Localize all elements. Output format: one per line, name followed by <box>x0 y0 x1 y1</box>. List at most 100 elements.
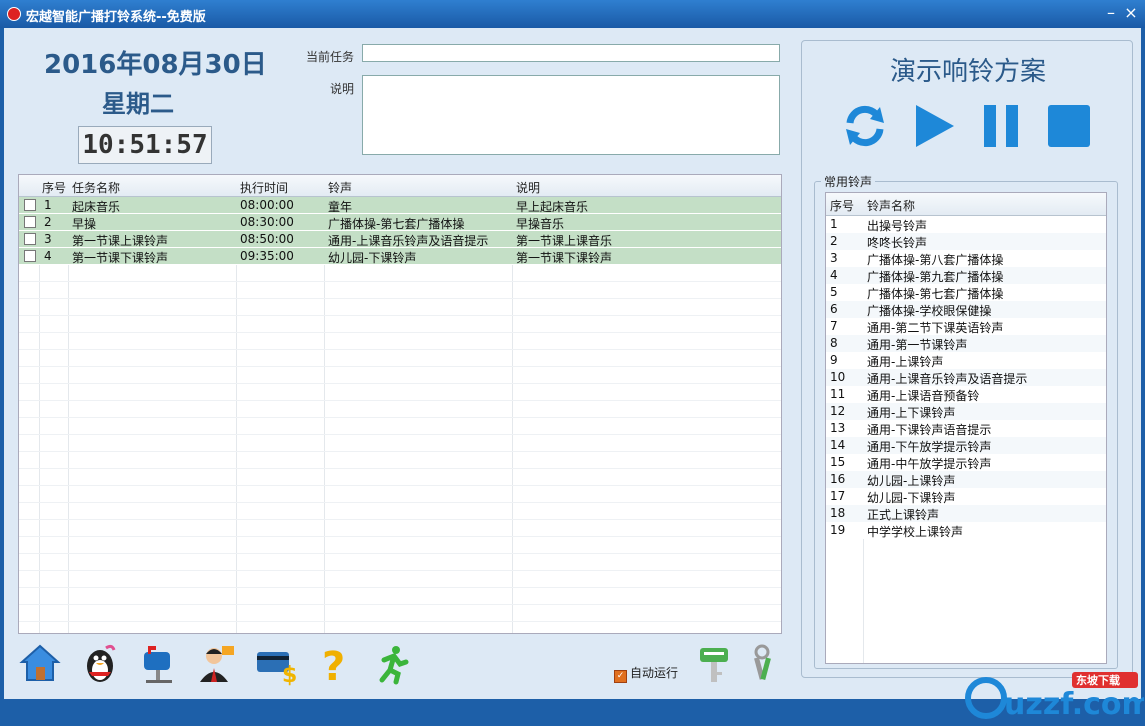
ring-name: 广播体操-第八套广播体操 <box>867 253 1004 267</box>
mailbox-icon[interactable] <box>136 642 180 686</box>
list-item[interactable]: 3 广播体操-第八套广播体操 <box>826 250 1106 267</box>
list-item[interactable]: 15 通用-中午放学提示铃声 <box>826 454 1106 471</box>
table-row[interactable]: 2 早操 08:30:00 广播体操-第七套广播体操 早操音乐 <box>19 214 781 231</box>
ring-name: 通用-上下课铃声 <box>867 406 956 420</box>
list-item[interactable]: 1 出操号铃声 <box>826 216 1106 233</box>
column-header-name[interactable]: 任务名称 <box>72 179 120 196</box>
svg-text:?: ? <box>322 644 345 686</box>
refresh-icon[interactable] <box>840 101 890 151</box>
row-no: 1 <box>44 198 52 212</box>
empty-table-row <box>19 265 781 282</box>
row-name: 起床音乐 <box>72 200 121 214</box>
column-header-time[interactable]: 执行时间 <box>240 179 288 196</box>
list-item[interactable]: 18 正式上课铃声 <box>826 505 1106 522</box>
demo-panel-title: 演示响铃方案 <box>889 57 1046 87</box>
list-item[interactable]: 13 通用-下课铃声语音提示 <box>826 420 1106 437</box>
list-item[interactable]: 2 咚咚长铃声 <box>826 233 1106 250</box>
row-desc: 第一节课上课音乐 <box>516 234 613 248</box>
ring-no: 3 <box>830 251 838 265</box>
empty-table-row <box>19 418 781 435</box>
help-question-icon[interactable]: ? <box>312 642 356 690</box>
list-item[interactable]: 8 通用-第一节课铃声 <box>826 335 1106 352</box>
ring-no: 5 <box>830 285 838 299</box>
weekday-display: 星期二 <box>102 90 174 118</box>
list-item[interactable]: 12 通用-上下课铃声 <box>826 403 1106 420</box>
auto-run-toggle[interactable]: ✓ 自动运行 <box>614 664 678 683</box>
ring-no: 17 <box>830 489 846 503</box>
support-agent-icon[interactable] <box>194 642 238 686</box>
list-item[interactable]: 4 广播体操-第九套广播体操 <box>826 267 1106 284</box>
ring-name: 出操号铃声 <box>867 219 928 233</box>
qq-penguin-icon[interactable] <box>78 642 122 686</box>
empty-table-row <box>19 554 781 571</box>
row-ring: 通用-上课音乐铃声及语音提示 <box>328 234 489 248</box>
ring-name: 中学学校上课铃声 <box>867 525 964 539</box>
play-icon[interactable] <box>908 101 958 151</box>
ring-name: 幼儿园-下课铃声 <box>867 491 956 505</box>
auto-run-label: 自动运行 <box>630 666 679 680</box>
column-header-no[interactable]: 序号 <box>42 179 66 196</box>
ring-name: 通用-中午放学提示铃声 <box>867 457 992 471</box>
list-item[interactable]: 7 通用-第二节下课英语铃声 <box>826 318 1106 335</box>
stop-icon[interactable] <box>1044 101 1094 151</box>
row-checkbox[interactable] <box>24 199 36 211</box>
list-item[interactable]: 16 幼儿园-上课铃声 <box>826 471 1106 488</box>
ring-no: 16 <box>830 472 846 486</box>
list-item[interactable]: 14 通用-下午放学提示铃声 <box>826 437 1106 454</box>
empty-table-row <box>19 401 781 418</box>
empty-table-row <box>19 571 781 588</box>
ring-name: 正式上课铃声 <box>867 508 940 522</box>
empty-table-row <box>19 520 781 537</box>
row-checkbox[interactable] <box>24 250 36 262</box>
row-time: 08:30:00 <box>240 215 294 229</box>
payment-card-icon[interactable]: $ <box>254 642 298 688</box>
row-checkbox[interactable] <box>24 233 36 245</box>
list-item[interactable]: 5 广播体操-第七套广播体操 <box>826 284 1106 301</box>
list-item[interactable]: 17 幼儿园-下课铃声 <box>826 488 1106 505</box>
ring-no: 11 <box>830 387 846 401</box>
keys-icon[interactable] <box>744 642 788 686</box>
ring-no: 12 <box>830 404 846 418</box>
description-field[interactable] <box>362 75 780 155</box>
column-header-no[interactable]: 序号 <box>830 197 854 214</box>
list-item[interactable]: 6 广播体操-学校眼保健操 <box>826 301 1106 318</box>
list-item[interactable]: 19 中学学校上课铃声 <box>826 522 1106 539</box>
column-header-ring-name[interactable]: 铃声名称 <box>867 197 915 214</box>
row-time: 08:00:00 <box>240 198 294 212</box>
empty-table-row <box>19 605 781 622</box>
close-button[interactable]: × <box>1122 2 1140 24</box>
home-icon[interactable] <box>18 642 62 686</box>
ring-no: 7 <box>830 319 838 333</box>
row-desc: 第一节课下课铃声 <box>516 251 613 265</box>
current-task-label: 当前任务 <box>305 50 354 64</box>
list-item[interactable]: 9 通用-上课铃声 <box>826 352 1106 369</box>
auto-run-checkbox[interactable]: ✓ <box>614 670 627 683</box>
row-ring: 幼儿园-下课铃声 <box>328 251 417 265</box>
ring-no: 19 <box>830 523 846 537</box>
current-task-field[interactable] <box>362 44 780 62</box>
row-checkbox[interactable] <box>24 216 36 228</box>
task-table-header: 序号 任务名称 执行时间 铃声 说明 <box>19 175 781 197</box>
ring-name: 广播体操-学校眼保健操 <box>867 304 992 318</box>
task-table: 序号 任务名称 执行时间 铃声 说明 1 起床音乐 08:00:00 童年 早上… <box>18 174 782 634</box>
key-icon[interactable] <box>694 642 738 686</box>
list-item[interactable]: 11 通用-上课语音预备铃 <box>826 386 1106 403</box>
empty-table-row <box>19 316 781 333</box>
demo-ring-panel: 演示响铃方案 常用铃声 序号 铃声名称 1 出操号铃声 2 咚咚长铃声 3 广播体操-第八… <box>801 40 1133 678</box>
minimize-button[interactable]: – <box>1102 2 1120 24</box>
column-header-desc[interactable]: 说明 <box>516 179 540 196</box>
table-row[interactable]: 4 第一节课下课铃声 09:35:00 幼儿园-下课铃声 第一节课下课铃声 <box>19 248 781 265</box>
row-time: 09:35:00 <box>240 249 294 263</box>
list-item[interactable]: 10 通用-上课音乐铃声及语音提示 <box>826 369 1106 386</box>
time-display: 10:51:57 <box>78 126 212 164</box>
pause-icon[interactable] <box>976 101 1026 151</box>
empty-table-row <box>19 384 781 401</box>
ring-no: 4 <box>830 268 838 282</box>
table-row[interactable]: 3 第一节课上课铃声 08:50:00 通用-上课音乐铃声及语音提示 第一节课上… <box>19 231 781 248</box>
table-row[interactable]: 1 起床音乐 08:00:00 童年 早上起床音乐 <box>19 197 781 214</box>
common-rings-group: 常用铃声 序号 铃声名称 1 出操号铃声 2 咚咚长铃声 3 广播体操-第八套广播体操 4 广… <box>814 173 1118 669</box>
ring-name: 通用-下课铃声语音提示 <box>867 423 992 437</box>
column-header-ring[interactable]: 铃声 <box>328 179 352 196</box>
app-icon <box>7 7 21 21</box>
exit-running-man-icon[interactable] <box>370 642 414 686</box>
